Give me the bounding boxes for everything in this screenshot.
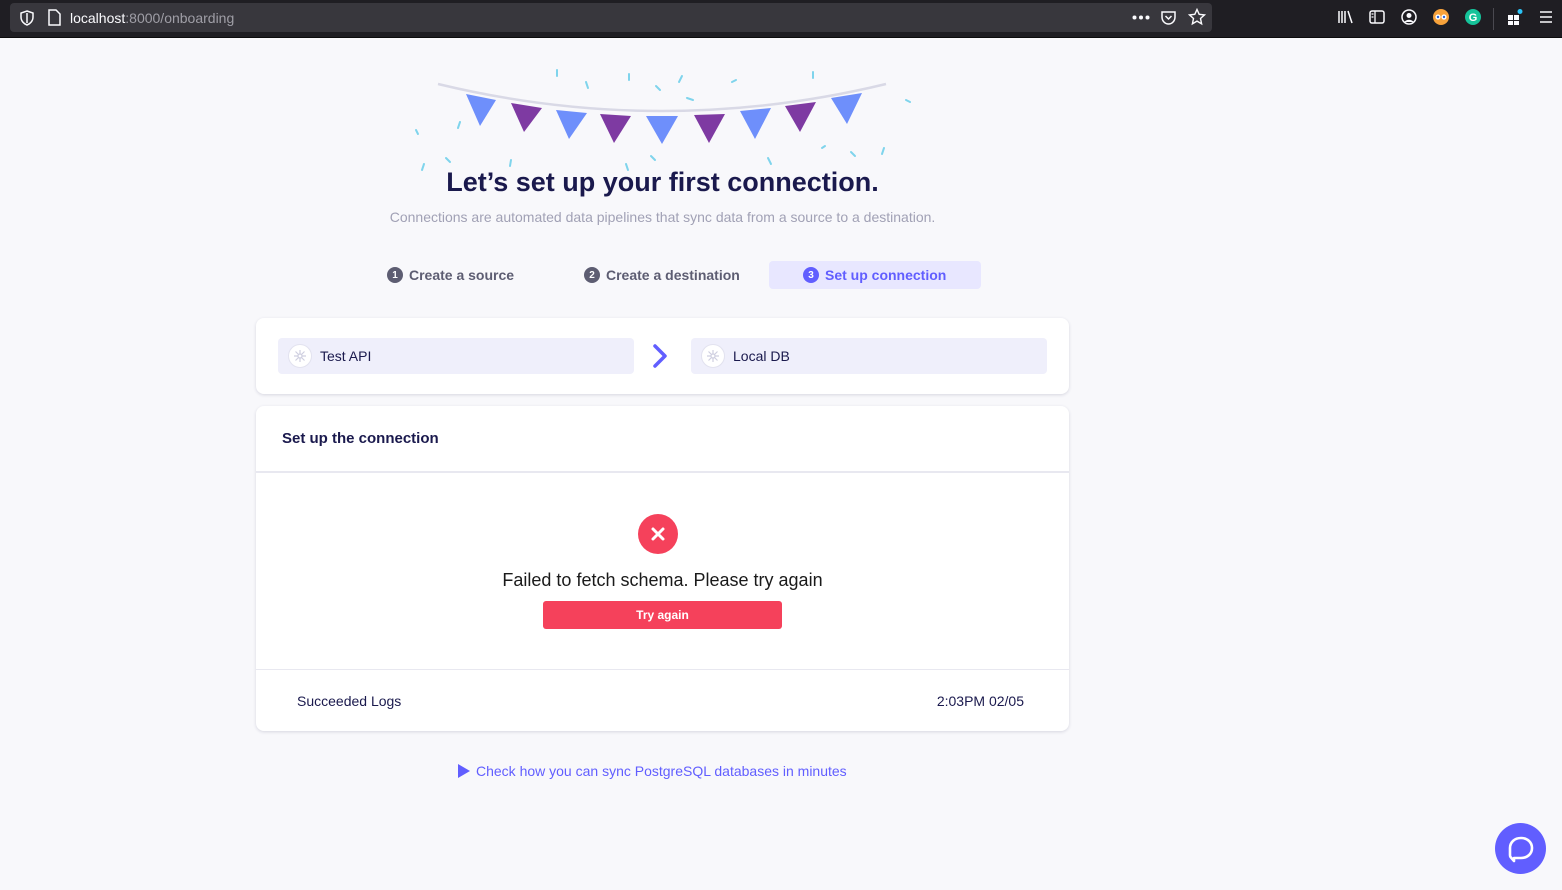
account-icon[interactable] xyxy=(1400,8,1418,26)
grammarly-icon[interactable]: G xyxy=(1464,8,1482,26)
svg-text:G: G xyxy=(1469,12,1478,24)
more-icon[interactable] xyxy=(1132,15,1150,20)
setup-connection-card: Set up the connection Failed to fetch sc… xyxy=(256,406,1069,731)
bookmark-star-icon[interactable] xyxy=(1188,8,1206,26)
chevron-right-icon xyxy=(653,344,667,368)
menu-icon[interactable] xyxy=(1537,8,1555,26)
flag xyxy=(831,93,862,124)
video-tutorial-link[interactable]: Check how you can sync PostgreSQL databa… xyxy=(457,763,847,779)
error-icon xyxy=(638,514,678,554)
video-link-text: Check how you can sync PostgreSQL databa… xyxy=(476,763,847,779)
step-label: Create a destination xyxy=(606,267,740,283)
chat-support-button[interactable] xyxy=(1495,823,1546,874)
flag xyxy=(600,114,631,143)
step-set-up-connection[interactable]: 3 Set up connection xyxy=(769,261,981,289)
play-icon xyxy=(458,764,470,778)
pocket-icon[interactable] xyxy=(1160,9,1177,26)
connection-summary-card: Test API Local DB xyxy=(256,318,1069,394)
step-create-destination[interactable]: 2 Create a destination xyxy=(572,261,752,289)
source-logo-icon xyxy=(288,344,312,368)
onboarding-steps: 1 Create a source 2 Create a destination… xyxy=(0,261,1325,289)
setup-card-header: Set up the connection xyxy=(256,406,1069,473)
flag xyxy=(466,94,496,126)
flag xyxy=(740,108,771,139)
source-name: Test API xyxy=(320,348,372,364)
page-icon xyxy=(48,9,61,26)
step-label: Set up connection xyxy=(825,267,947,283)
step-number: 3 xyxy=(803,267,819,283)
extensions-icon[interactable] xyxy=(1506,8,1524,26)
step-label: Create a source xyxy=(409,267,515,283)
page-subtitle: Connections are automated data pipelines… xyxy=(389,209,936,225)
shield-icon[interactable] xyxy=(19,10,35,26)
source-item[interactable]: Test API xyxy=(278,338,634,374)
destination-logo-icon xyxy=(701,344,725,368)
step-number: 2 xyxy=(584,267,600,283)
logs-label: Succeeded Logs xyxy=(297,692,402,709)
flag xyxy=(511,103,542,132)
destination-item[interactable]: Local DB xyxy=(691,338,1047,374)
flag xyxy=(694,114,725,143)
logs-time: 2:03PM 02/05 xyxy=(936,692,1024,709)
step-create-source[interactable]: 1 Create a source xyxy=(375,261,526,289)
logs-row[interactable]: Succeeded Logs 2:03PM 02/05 xyxy=(256,669,1069,731)
toolbar-divider xyxy=(1493,8,1494,30)
step-number: 1 xyxy=(387,267,403,283)
page-title: Let’s set up your first connection. xyxy=(446,167,879,197)
flag xyxy=(556,110,587,139)
try-again-button[interactable]: Try again xyxy=(543,601,782,629)
chat-bubble-icon xyxy=(1508,836,1533,862)
flag xyxy=(785,102,816,132)
destination-name: Local DB xyxy=(733,348,790,364)
error-message: Failed to fetch schema. Please try again xyxy=(502,570,823,590)
bunting-illustration xyxy=(415,69,911,171)
url-bar[interactable]: localhost:8000/onboarding xyxy=(10,3,1212,32)
sidebar-icon[interactable] xyxy=(1368,8,1386,26)
library-icon[interactable] xyxy=(1337,8,1355,26)
url-text[interactable]: localhost:8000/onboarding xyxy=(70,10,234,26)
browser-toolbar: localhost:8000/onboarding G xyxy=(0,0,1562,38)
extension-eyes-icon[interactable] xyxy=(1432,8,1450,26)
flag xyxy=(646,116,678,144)
